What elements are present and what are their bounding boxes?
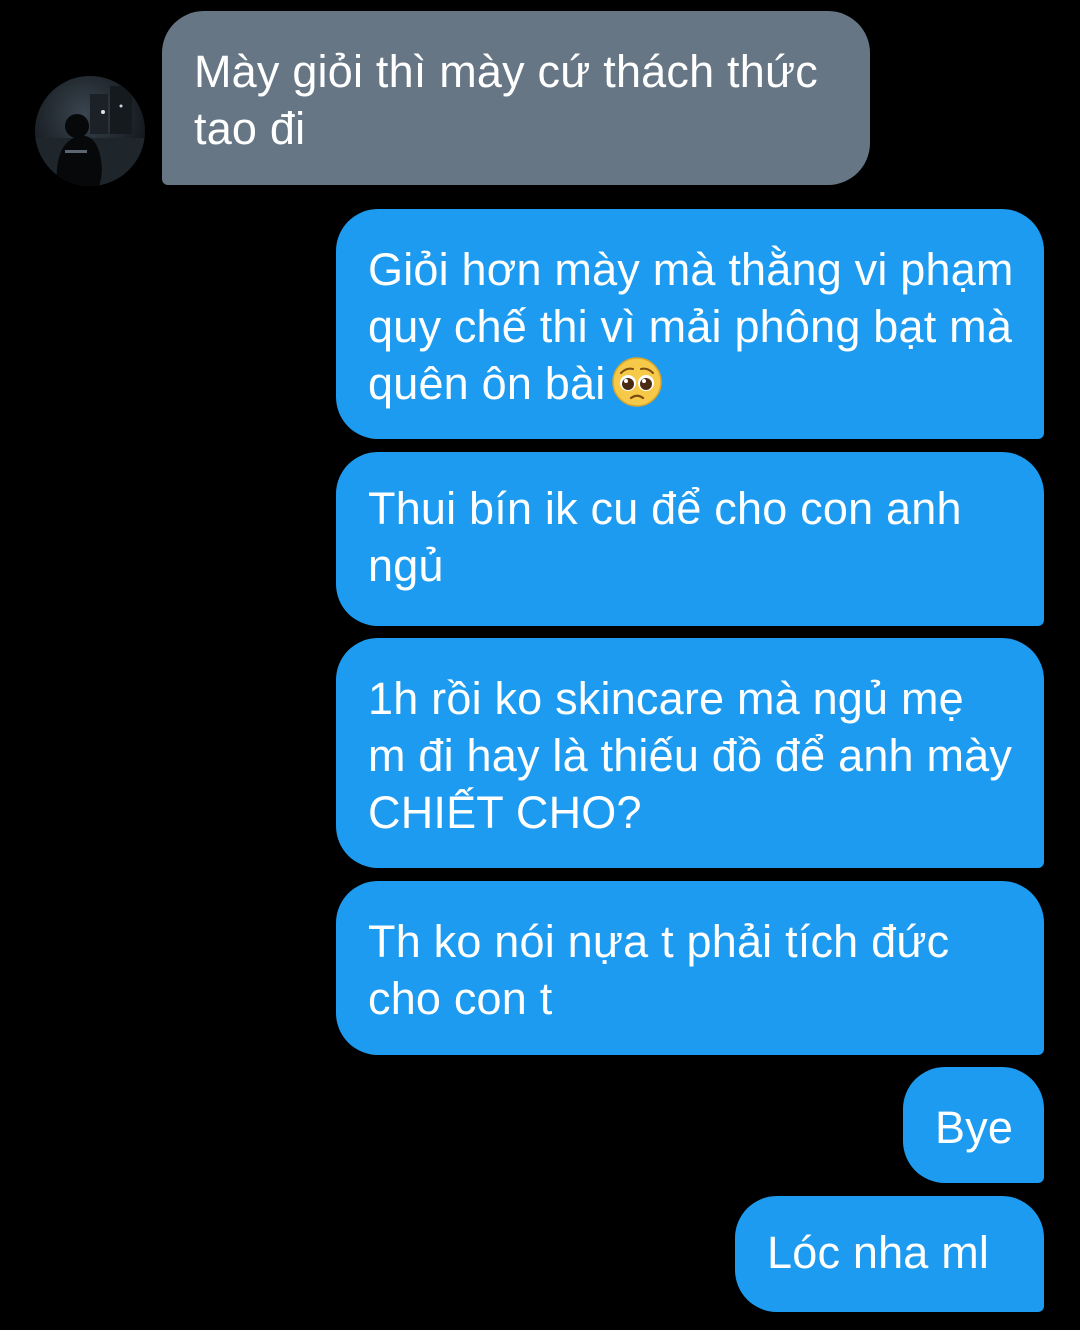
message-text: Thui bín ik cu để cho con anh ngủ [368, 483, 962, 591]
message-text: Lóc nha ml [767, 1227, 990, 1278]
avatar[interactable] [35, 76, 145, 186]
outgoing-message[interactable]: 1h rồi ko skincare mà ngủ mẹ m đi hay là… [336, 638, 1044, 868]
outgoing-message[interactable]: Lóc nha ml [735, 1196, 1044, 1312]
incoming-message[interactable]: Mày giỏi thì mày cứ thách thức tao đi [162, 11, 870, 185]
avatar-photo [35, 76, 145, 186]
message-text: Giỏi hơn mày mà thằng vi phạm quy chế th… [368, 241, 1014, 412]
outgoing-message[interactable]: Giỏi hơn mày mà thằng vi phạm quy chế th… [336, 209, 1044, 439]
message-text: Bye [935, 1102, 1014, 1153]
outgoing-message[interactable]: Bye [903, 1067, 1044, 1183]
message-text: 1h rồi ko skincare mà ngủ mẹ m đi hay là… [368, 673, 1013, 838]
message-text: Th ko nói nựa t phải tích đức cho con t [368, 916, 950, 1024]
outgoing-message[interactable]: Th ko nói nựa t phải tích đức cho con t [336, 881, 1044, 1055]
message-text: Mày giỏi thì mày cứ thách thức tao đi [194, 46, 818, 154]
message-text-content: Giỏi hơn mày mà thằng vi phạm quy chế th… [368, 244, 1014, 409]
pleading-face-icon [611, 356, 663, 408]
outgoing-message[interactable]: Thui bín ik cu để cho con anh ngủ [336, 452, 1044, 626]
